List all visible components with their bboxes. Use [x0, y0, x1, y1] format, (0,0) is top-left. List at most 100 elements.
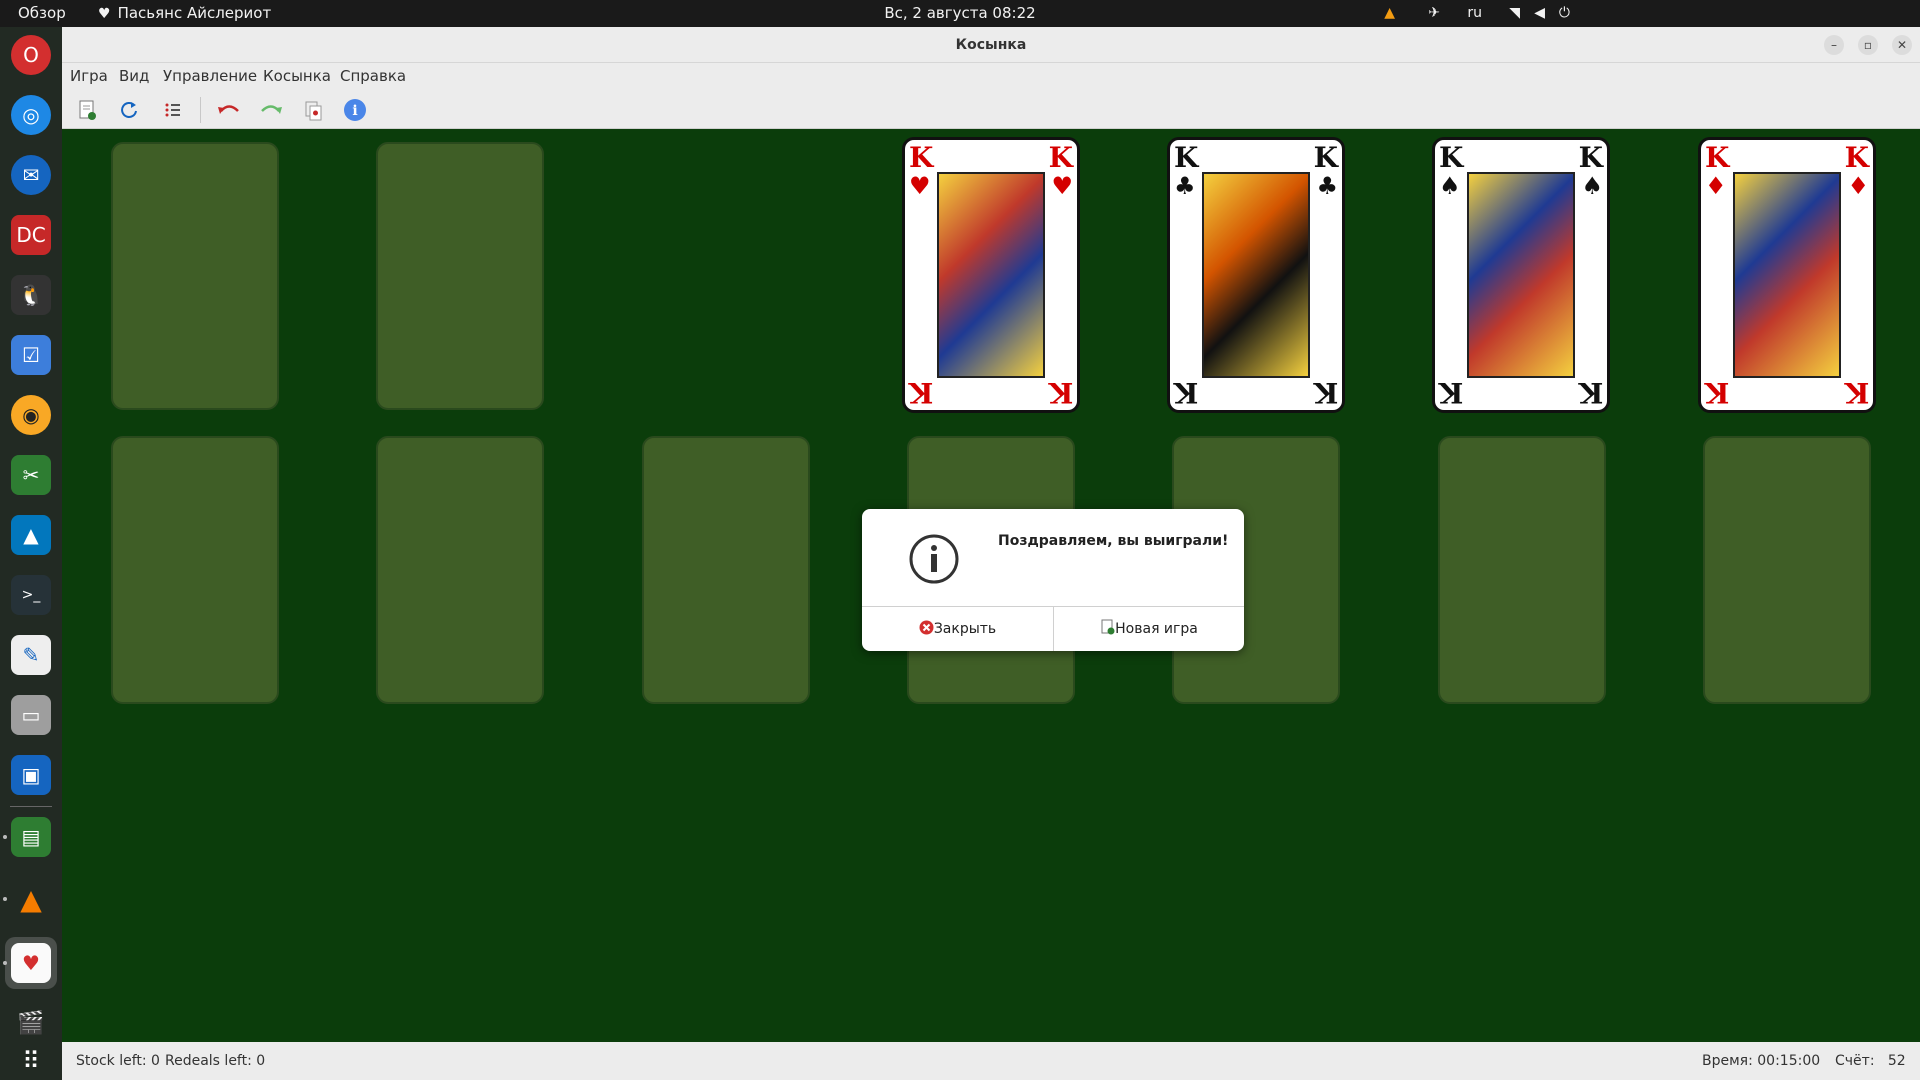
window-title: Косынка	[955, 37, 1027, 53]
card-rank: K	[1439, 141, 1464, 174]
text-editor-icon[interactable]: ✎	[11, 635, 51, 675]
card-rank: K	[1705, 141, 1730, 174]
new-game-button-label: Новая игра	[1115, 621, 1198, 637]
score: Счёт: 52	[1835, 1053, 1906, 1069]
tableau-slot-3[interactable]	[642, 436, 810, 704]
vlc-icon[interactable]: ▲	[11, 879, 51, 919]
tux-icon[interactable]: 🐧	[11, 275, 51, 315]
select-game-tool[interactable]	[160, 97, 186, 123]
tasks-icon[interactable]: ☑	[11, 335, 51, 375]
thunderbird-icon[interactable]: ✉	[11, 155, 51, 195]
card-suit: ♠	[1439, 171, 1461, 200]
close-icon	[919, 620, 934, 635]
inkscape-icon[interactable]: ✂	[11, 455, 51, 495]
dialog-button-row: Закрыть Новая игра	[862, 606, 1244, 651]
new-game-button[interactable]: Новая игра	[1054, 607, 1244, 651]
rhythmbox-icon[interactable]: ◉	[11, 395, 51, 435]
maximize-button[interactable]: ▫	[1858, 35, 1878, 55]
tableau-slot-6[interactable]	[1438, 436, 1606, 704]
foundation-card[interactable]: K ♣ K ♣ K K	[1167, 137, 1345, 413]
card-suit: ♥	[1051, 171, 1073, 200]
top-bar: Обзор ♥ Пасьянс Айслериот Вс, 2 августа 0…	[0, 0, 1920, 27]
king-figure	[937, 172, 1045, 378]
king-figure	[1733, 172, 1841, 378]
card-rank: K	[1048, 376, 1073, 409]
foundation-card[interactable]: K ♦ K ♦ K K	[1698, 137, 1876, 413]
card-rank: K	[1578, 141, 1603, 174]
opera-icon[interactable]: O	[11, 35, 51, 75]
card-rank: K	[1439, 376, 1464, 409]
clapper-icon[interactable]: 🎬	[11, 1003, 51, 1043]
king-figure	[1202, 172, 1310, 378]
tableau-slot-1[interactable]	[111, 436, 279, 704]
close-button[interactable]: Закрыть	[862, 607, 1053, 651]
stock-slot[interactable]	[111, 142, 279, 410]
title-bar[interactable]: Косынка – ▫ ✕	[62, 27, 1920, 63]
redo-tool[interactable]	[258, 97, 284, 123]
elapsed-time: Время: 00:15:00	[1702, 1053, 1821, 1069]
running-indicator	[3, 897, 7, 901]
redo-icon	[261, 105, 282, 114]
card-rank: K	[1844, 376, 1869, 409]
undo-tool[interactable]	[216, 97, 242, 123]
info-icon: i	[344, 99, 366, 121]
info-icon	[909, 534, 959, 584]
dialog-message: Поздравляем, вы выиграли!	[998, 533, 1229, 549]
card-suit: ♣	[1316, 171, 1338, 200]
redeals-left: Redeals left: 0	[165, 1053, 266, 1069]
close-window-button[interactable]: ✕	[1892, 35, 1912, 55]
menu-klondike[interactable]: Косынка	[263, 63, 331, 89]
menu-control[interactable]: Управление	[163, 63, 257, 89]
solitaire-window: Косынка – ▫ ✕ Игра Вид Управление Косынк…	[62, 27, 1920, 1080]
aisleriot-icon[interactable]: ♥	[11, 943, 51, 983]
chromium-icon[interactable]: ◎	[11, 95, 51, 135]
doublecmd-icon[interactable]: DC	[11, 215, 51, 255]
card-rank: K	[909, 141, 934, 174]
about-tool[interactable]: i	[342, 97, 368, 123]
card-suit: ♦	[1847, 171, 1869, 200]
list-icon	[165, 103, 180, 117]
terminal-icon[interactable]: >_	[11, 575, 51, 615]
undo-icon	[218, 105, 239, 114]
tableau-slot-2[interactable]	[376, 436, 544, 704]
dock-separator	[10, 806, 52, 807]
show-apps-icon[interactable]: ⠿	[11, 1047, 51, 1075]
foundation-card[interactable]: K ♥ K ♥ K K	[902, 137, 1080, 413]
card-rank: K	[1844, 141, 1869, 174]
card-suit: ♥	[909, 171, 931, 200]
image-viewer-icon[interactable]: ▲	[11, 515, 51, 555]
volume-icon[interactable]: ◀	[1534, 0, 1545, 27]
waste-slot[interactable]	[376, 142, 544, 410]
win-dialog: Поздравляем, вы выиграли! Закрыть Новая …	[862, 509, 1244, 651]
vlc-tray-icon[interactable]: ▲	[1384, 0, 1395, 27]
wifi-icon[interactable]: ◥	[1509, 0, 1520, 27]
files-icon[interactable]: ▭	[11, 695, 51, 735]
toolbar: i	[62, 89, 1920, 129]
stock-left: Stock left: 0	[76, 1053, 160, 1069]
restart-tool[interactable]	[116, 97, 142, 123]
new-game-tool[interactable]	[74, 97, 100, 123]
virtualbox-icon[interactable]: ▣	[11, 755, 51, 795]
minimize-button[interactable]: –	[1824, 35, 1844, 55]
toolbar-separator	[200, 97, 201, 123]
card-suit: ♦	[1705, 171, 1727, 200]
card-rank: K	[1705, 376, 1730, 409]
foundation-card[interactable]: K ♠ K ♠ K K	[1432, 137, 1610, 413]
menu-game[interactable]: Игра	[70, 63, 108, 89]
menu-help[interactable]: Справка	[340, 63, 406, 89]
menu-view[interactable]: Вид	[119, 63, 149, 89]
card-suit: ♠	[1581, 171, 1603, 200]
card-rank: K	[1174, 376, 1199, 409]
power-icon[interactable]: ⏻	[1559, 0, 1570, 27]
restart-icon	[121, 102, 137, 118]
language-indicator[interactable]: ru	[1467, 0, 1482, 27]
tableau-slot-7[interactable]	[1703, 436, 1871, 704]
svg-text:i: i	[352, 103, 357, 119]
tray-app-icon[interactable]: ✈	[1428, 0, 1440, 27]
running-indicator	[3, 835, 7, 839]
king-figure	[1467, 172, 1575, 378]
hint-tool[interactable]	[300, 97, 326, 123]
clock[interactable]: Вс, 2 августа 08:22	[0, 0, 1920, 27]
card-rank: K	[1174, 141, 1199, 174]
android-studio-icon[interactable]: ▤	[11, 817, 51, 857]
